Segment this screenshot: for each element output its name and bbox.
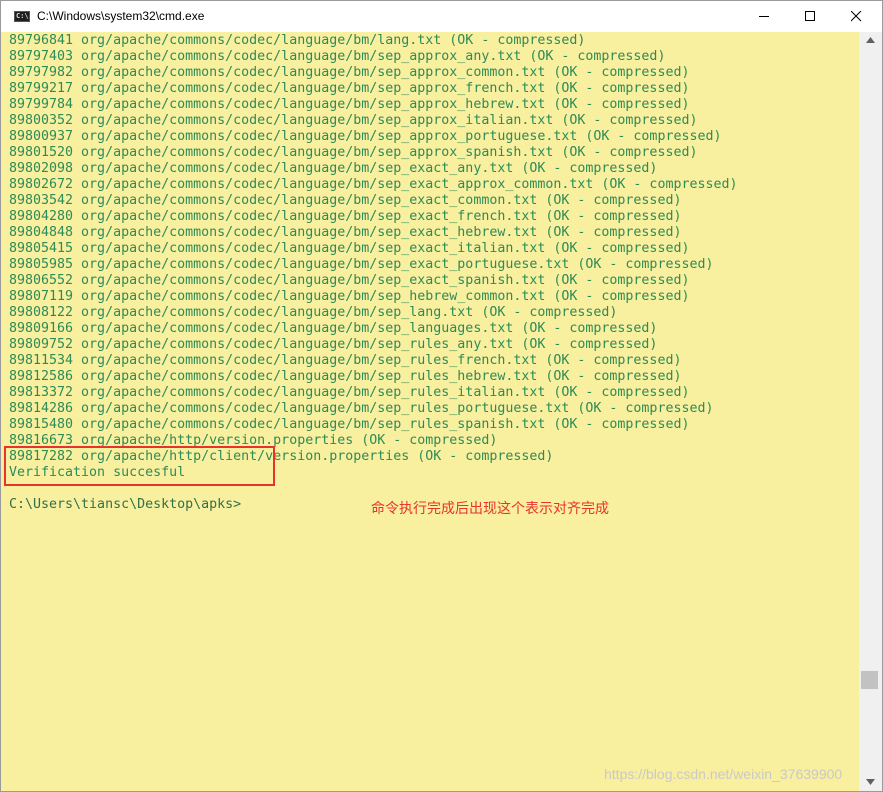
console-line: 89799217 org/apache/commons/codec/langua…: [9, 81, 690, 96]
minimize-button[interactable]: [741, 1, 787, 32]
scrollbar-thumb[interactable]: [861, 671, 878, 689]
console-line: 89802098 org/apache/commons/codec/langua…: [9, 161, 658, 176]
vertical-scrollbar[interactable]: [859, 32, 882, 791]
scroll-up-button[interactable]: [859, 32, 882, 49]
console-line: 89800352 org/apache/commons/codec/langua…: [9, 113, 698, 128]
console-line: 89809752 org/apache/commons/codec/langua…: [9, 337, 658, 352]
console-line: 89804280 org/apache/commons/codec/langua…: [9, 209, 682, 224]
console-line: 89796841 org/apache/commons/codec/langua…: [9, 33, 586, 48]
cmd-window: C:\ C:\Windows\system32\cmd.exe 89796841…: [0, 0, 883, 792]
close-button[interactable]: [833, 1, 879, 32]
console-line: 89797982 org/apache/commons/codec/langua…: [9, 65, 690, 80]
console-line: 89812586 org/apache/commons/codec/langua…: [9, 369, 682, 384]
console-line: 89811534 org/apache/commons/codec/langua…: [9, 353, 682, 368]
console-line: 89805415 org/apache/commons/codec/langua…: [9, 241, 690, 256]
console-line: 89809166 org/apache/commons/codec/langua…: [9, 321, 658, 336]
console-line: 89813372 org/apache/commons/codec/langua…: [9, 385, 690, 400]
scroll-down-button[interactable]: [859, 774, 882, 791]
console-line: 89807119 org/apache/commons/codec/langua…: [9, 289, 690, 304]
console-line: 89802672 org/apache/commons/codec/langua…: [9, 177, 738, 192]
cmd-app-icon-text: C:\: [16, 12, 29, 20]
close-icon: [851, 11, 862, 22]
console-lines: 89796841 org/apache/commons/codec/langua…: [9, 33, 738, 513]
chevron-up-icon: [866, 37, 875, 43]
console-line: 89801520 org/apache/commons/codec/langua…: [9, 145, 698, 160]
console-output-area[interactable]: 89796841 org/apache/commons/codec/langua…: [1, 32, 859, 791]
cmd-app-icon[interactable]: C:\: [14, 11, 30, 22]
console-line: 89803542 org/apache/commons/codec/langua…: [9, 193, 682, 208]
console-line: 89814286 org/apache/commons/codec/langua…: [9, 401, 714, 416]
console-line: 89815480 org/apache/commons/codec/langua…: [9, 417, 690, 432]
minimize-icon: [759, 16, 769, 17]
window-title: C:\Windows\system32\cmd.exe: [37, 9, 205, 23]
verification-highlight-box: [4, 446, 275, 486]
console-line: 89804848 org/apache/commons/codec/langua…: [9, 225, 682, 240]
console-line: 89806552 org/apache/commons/codec/langua…: [9, 273, 690, 288]
console-line: 89797403 org/apache/commons/codec/langua…: [9, 49, 666, 64]
chevron-down-icon: [866, 779, 875, 785]
annotation-note: 命令执行完成后出现这个表示对齐完成: [371, 501, 609, 517]
console-line: 89800937 org/apache/commons/codec/langua…: [9, 129, 722, 144]
watermark: https://blog.csdn.net/weixin_37639900: [604, 766, 843, 782]
title-bar[interactable]: C:\ C:\Windows\system32\cmd.exe: [1, 1, 882, 32]
maximize-icon: [805, 11, 815, 21]
maximize-button[interactable]: [787, 1, 833, 32]
console-line: 89808122 org/apache/commons/codec/langua…: [9, 305, 618, 320]
console-line: 89799784 org/apache/commons/codec/langua…: [9, 97, 690, 112]
console-line: 89805985 org/apache/commons/codec/langua…: [9, 257, 714, 272]
